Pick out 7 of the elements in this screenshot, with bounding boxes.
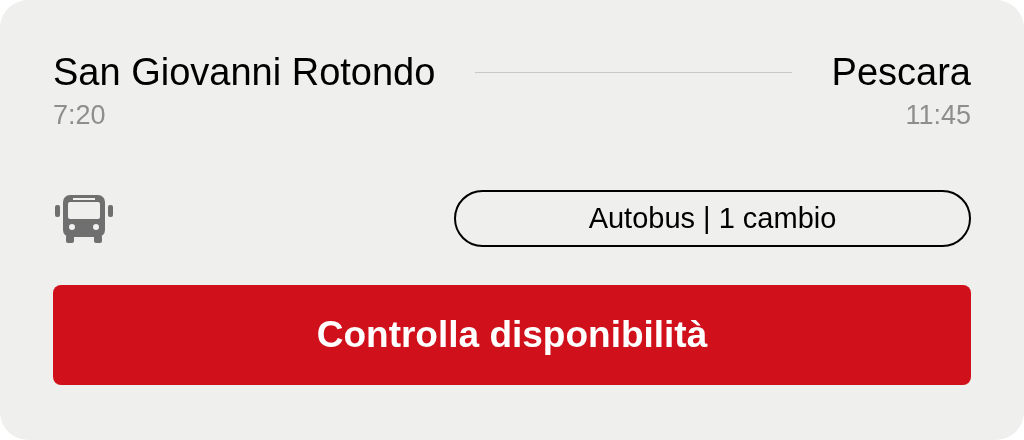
origin-city: San Giovanni Rotondo xyxy=(53,50,436,95)
destination-city: Pescara xyxy=(831,50,971,95)
availability-button[interactable]: Controlla disponibilità xyxy=(53,285,971,385)
transport-tag: Autobus | 1 cambio xyxy=(454,190,971,247)
arrival-time: 11:45 xyxy=(905,99,971,132)
bus-icon xyxy=(55,194,113,243)
departure-time: 7:20 xyxy=(53,99,106,132)
